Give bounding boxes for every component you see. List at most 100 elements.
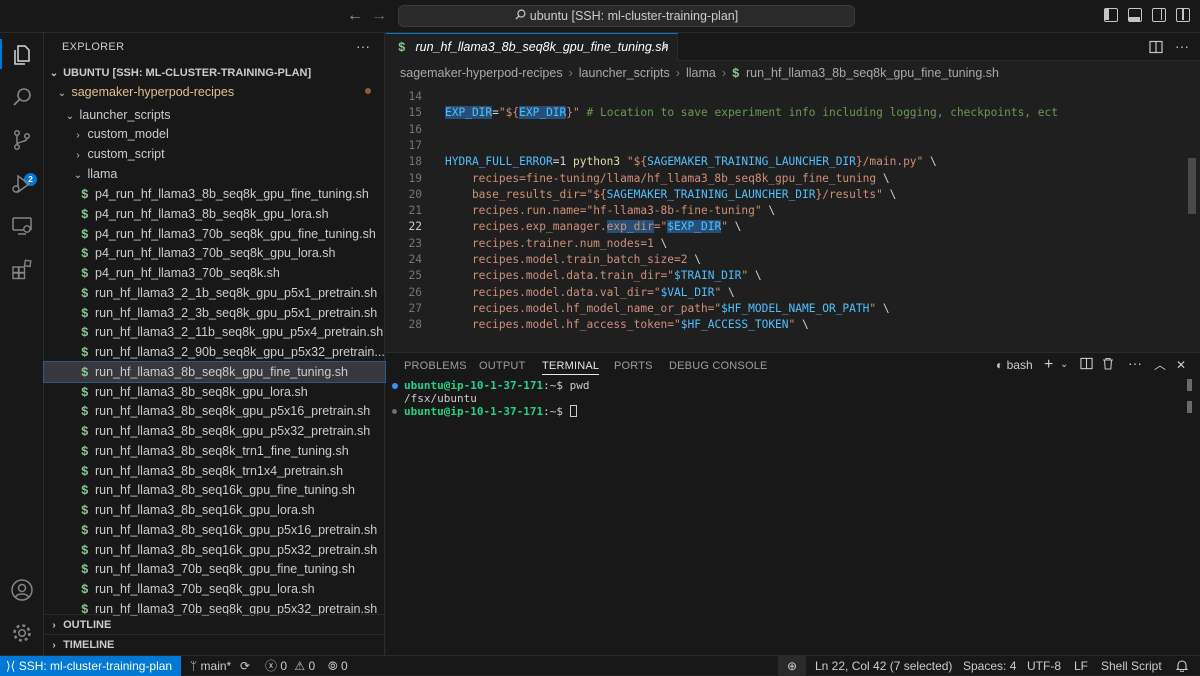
- breadcrumb-item[interactable]: llama: [686, 66, 716, 80]
- problems-indicator[interactable]: ⓧ 0 ⚠ 0: [265, 656, 315, 676]
- accounts-icon[interactable]: [10, 578, 34, 602]
- outline-section[interactable]: › OUTLINE: [44, 614, 385, 634]
- toggle-panel-icon[interactable]: [1128, 8, 1142, 22]
- source-control-icon[interactable]: [10, 128, 34, 152]
- file-item[interactable]: $ p4_run_hf_llama3_8b_seq8k_gpu_fine_tuni…: [44, 184, 385, 204]
- trash-icon[interactable]: [1102, 357, 1114, 374]
- panel-tab-terminal[interactable]: TERMINAL: [542, 358, 600, 375]
- file-label: run_hf_llama3_8b_seq16k_gpu_p5x16_pretra…: [95, 522, 378, 537]
- file-item[interactable]: $ run_hf_llama3_8b_seq8k_gpu_lora.sh: [44, 382, 385, 402]
- shell-file-icon: $: [81, 385, 89, 400]
- customize-layout-icon[interactable]: [1176, 8, 1190, 22]
- shell-file-icon: $: [81, 484, 89, 499]
- file-label: run_hf_llama3_8b_seq8k_gpu_lora.sh: [95, 384, 308, 399]
- file-item[interactable]: $ run_hf_llama3_8b_seq8k_gpu_p5x16_pretra…: [44, 401, 385, 421]
- remote-explorer-icon[interactable]: [10, 214, 34, 238]
- extensions-icon[interactable]: [10, 257, 34, 281]
- code-text: recipes=fine-tuning/llama/hf_llama3_8b_s…: [445, 171, 890, 187]
- new-terminal-icon[interactable]: +: [1044, 357, 1053, 373]
- cursor-position[interactable]: Ln 22, Col 42 (7 selected): [815, 656, 952, 676]
- close-icon[interactable]: ×: [662, 34, 669, 61]
- shell-file-icon: $: [81, 365, 89, 380]
- chevron-right-icon: ›: [52, 620, 56, 631]
- code-token: recipes.model.hf_access_token=: [445, 318, 675, 332]
- split-editor-icon[interactable]: [1149, 40, 1163, 54]
- terminal-scrollbar[interactable]: [1187, 379, 1192, 391]
- file-item[interactable]: $ run_hf_llama3_8b_seq16k_gpu_fine_tuning…: [44, 480, 385, 500]
- editor-scrollbar[interactable]: [1188, 158, 1196, 214]
- folder-launcher-scripts[interactable]: ⌄ launcher_scripts: [44, 105, 385, 125]
- breadcrumb-item[interactable]: launcher_scripts: [579, 66, 670, 80]
- file-item[interactable]: $ p4_run_hf_llama3_70b_seq8k_gpu_lora.sh: [44, 243, 385, 263]
- code-token: $HF_ACCESS_TOKEN: [680, 318, 789, 332]
- shell-file-icon: $: [81, 306, 89, 321]
- run-debug-icon[interactable]: [10, 172, 34, 196]
- panel-tab-problems[interactable]: PROBLEMS: [404, 358, 467, 374]
- file-item[interactable]: $ run_hf_llama3_2_90b_seq8k_gpu_p5x32_pre…: [44, 342, 385, 362]
- code-text: EXP_DIR="${EXP_DIR}" # Location to save …: [445, 105, 1058, 121]
- sync-icon[interactable]: ⟳: [240, 656, 250, 676]
- close-icon[interactable]: ✕: [1176, 357, 1186, 373]
- folder-sagemaker-hyperpod-recipes[interactable]: ⌄ sagemaker-hyperpod-recipes: [44, 82, 385, 102]
- remote-indicator[interactable]: ⟩⟨ SSH: ml-cluster-training-plan: [0, 656, 181, 676]
- end-of-line[interactable]: LF: [1074, 656, 1088, 676]
- file-item[interactable]: $ run_hf_llama3_8b_seq16k_gpu_p5x16_pretr…: [44, 520, 385, 540]
- code-token: "${: [586, 187, 607, 201]
- timeline-section[interactable]: › TIMELINE: [44, 634, 385, 654]
- chevron-right-icon: ›: [721, 66, 726, 80]
- panel-tab-debug-console[interactable]: DEBUG CONSOLE: [669, 358, 768, 374]
- folder-custom-script[interactable]: › custom_script: [44, 144, 385, 164]
- more-actions-icon[interactable]: ···: [1175, 39, 1189, 54]
- toggle-primary-sidebar-icon[interactable]: [1104, 8, 1118, 22]
- code-editor[interactable]: 14 15 EXP_DIR="${EXP_DIR}" # Location to s…: [386, 84, 1200, 352]
- chevron-down-icon[interactable]: ⌄: [1060, 357, 1068, 373]
- ports-indicator[interactable]: ⦾ 0: [328, 656, 348, 676]
- file-item[interactable]: $ run_hf_llama3_70b_seq8k_gpu_fine_tuning…: [44, 559, 385, 579]
- file-item[interactable]: $ p4_run_hf_llama3_8b_seq8k_gpu_lora.sh: [44, 204, 385, 224]
- file-item[interactable]: $ run_hf_llama3_70b_seq8k_gpu_lora.sh: [44, 579, 385, 599]
- split-terminal-icon[interactable]: [1080, 357, 1093, 374]
- zoom-icon[interactable]: ⊕: [778, 656, 806, 676]
- workspace-root[interactable]: ⌄ UBUNTU [SSH: ML-CLUSTER-TRAINING-PLAN]: [44, 63, 385, 83]
- arrow-left-icon[interactable]: ←: [345, 6, 365, 26]
- file-item[interactable]: $ run_hf_llama3_8b_seq8k_gpu_p5x32_pretra…: [44, 421, 385, 441]
- terminal-shell-selector[interactable]: ◐ bash: [996, 357, 1033, 373]
- explorer-files-icon[interactable]: [10, 43, 34, 67]
- arrow-right-icon[interactable]: →: [369, 6, 389, 26]
- notifications-bell-icon[interactable]: [1175, 656, 1189, 676]
- search-icon[interactable]: [10, 85, 34, 109]
- file-item[interactable]: $ p4_run_hf_llama3_70b_seq8k.sh: [44, 263, 385, 283]
- file-item[interactable]: $ run_hf_llama3_8b_seq8k_trn1_fine_tuning…: [44, 441, 385, 461]
- command-center-search[interactable]: ubuntu [SSH: ml-cluster-training-plan]: [398, 5, 855, 27]
- language-mode[interactable]: Shell Script: [1101, 656, 1162, 676]
- file-item[interactable]: $ run_hf_llama3_8b_seq16k_gpu_lora.sh: [44, 500, 385, 520]
- line-number: 20: [408, 187, 422, 201]
- breadcrumb-item[interactable]: run_hf_llama3_8b_seq8k_gpu_fine_tuning.s…: [746, 66, 999, 80]
- timeline-label: TIMELINE: [63, 639, 115, 651]
- file-item[interactable]: $ run_hf_llama3_8b_seq8k_gpu_fine_tuning.…: [43, 360, 386, 383]
- file-item[interactable]: $ run_hf_llama3_8b_seq16k_gpu_p5x32_pretr…: [44, 540, 385, 560]
- folder-llama[interactable]: ⌄ llama: [44, 164, 385, 184]
- file-item[interactable]: $ run_hf_llama3_2_11b_seq8k_gpu_p5x4_pret…: [44, 322, 385, 342]
- file-label: run_hf_llama3_70b_seq8k_gpu_fine_tuning.…: [95, 562, 355, 577]
- toggle-secondary-sidebar-icon[interactable]: [1152, 8, 1166, 22]
- encoding[interactable]: UTF-8: [1027, 656, 1061, 676]
- breadcrumb-item[interactable]: sagemaker-hyperpod-recipes: [400, 66, 563, 80]
- settings-gear-icon[interactable]: [10, 621, 34, 645]
- more-actions-icon[interactable]: ···: [1128, 356, 1142, 370]
- more-actions-icon[interactable]: ···: [356, 38, 370, 54]
- code-token: }": [566, 106, 580, 120]
- panel-tab-output[interactable]: OUTPUT: [479, 358, 525, 374]
- file-item[interactable]: $ run_hf_llama3_2_3b_seq8k_gpu_p5x1_pretr…: [44, 303, 385, 323]
- maximize-panel-icon[interactable]: ︿: [1154, 357, 1166, 373]
- tab-run-hf-llama3-8b-fine-tuning[interactable]: $ run_hf_llama3_8b_seq8k_gpu_fine_tuning…: [386, 33, 678, 61]
- file-item[interactable]: $ run_hf_llama3_2_1b_seq8k_gpu_p5x1_pretr…: [44, 283, 385, 303]
- folder-custom-model[interactable]: › custom_model: [44, 124, 385, 144]
- file-item[interactable]: $ run_hf_llama3_8b_seq8k_trn1x4_pretrain.…: [44, 461, 385, 481]
- branch-indicator[interactable]: ᛘ main*: [190, 656, 231, 676]
- file-item[interactable]: $ p4_run_hf_llama3_70b_seq8k_gpu_fine_tun…: [44, 224, 385, 244]
- shell-file-icon: $: [81, 227, 89, 242]
- indentation[interactable]: Spaces: 4: [963, 656, 1016, 676]
- file-label: run_hf_llama3_8b_seq8k_trn1x4_pretrain.s…: [95, 463, 344, 478]
- panel-tab-ports[interactable]: PORTS: [614, 358, 653, 374]
